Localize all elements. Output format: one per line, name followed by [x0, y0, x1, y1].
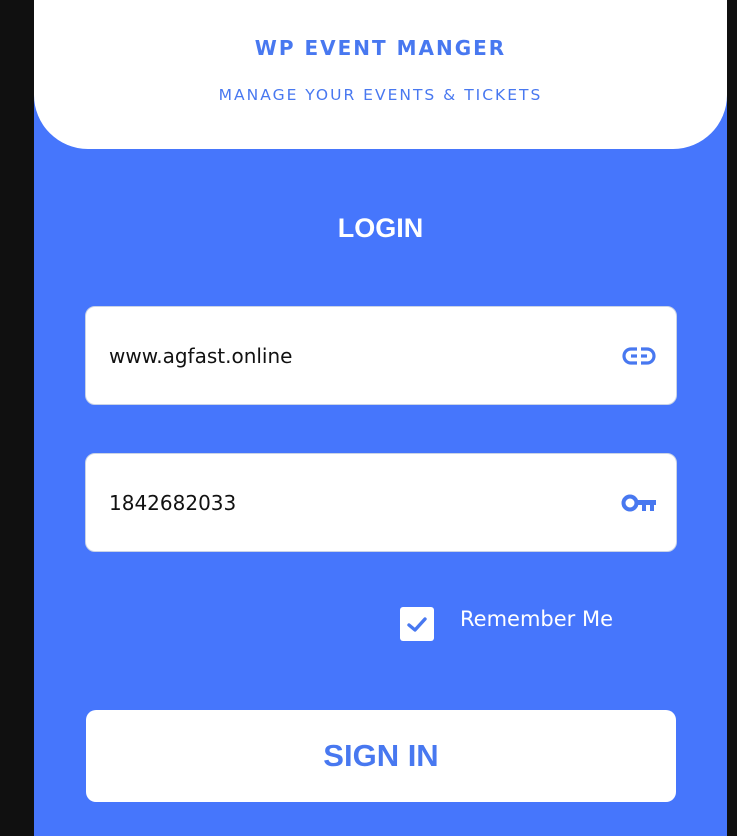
app-title: WP EVENT MANGER: [254, 36, 507, 60]
login-heading: LOGIN: [337, 213, 424, 243]
password-field[interactable]: [85, 453, 677, 552]
link-icon: [620, 341, 658, 371]
checkmark-icon: [407, 617, 427, 632]
app-subtitle: MANAGE YOUR EVENTS & TICKETS: [218, 86, 543, 104]
remember-me-checkbox[interactable]: [400, 607, 434, 641]
remember-me-label[interactable]: Remember Me: [460, 602, 613, 636]
password-input[interactable]: [109, 454, 589, 551]
remember-me: Remember Me: [400, 602, 700, 642]
site-url-field[interactable]: [85, 306, 677, 405]
login-screen: WP EVENT MANGER MANAGE YOUR EVENTS & TIC…: [34, 0, 727, 836]
site-url-input[interactable]: [109, 307, 589, 404]
key-icon: [620, 488, 658, 518]
sign-in-button[interactable]: SIGN IN: [86, 710, 676, 802]
app-header: WP EVENT MANGER MANAGE YOUR EVENTS & TIC…: [34, 0, 727, 149]
